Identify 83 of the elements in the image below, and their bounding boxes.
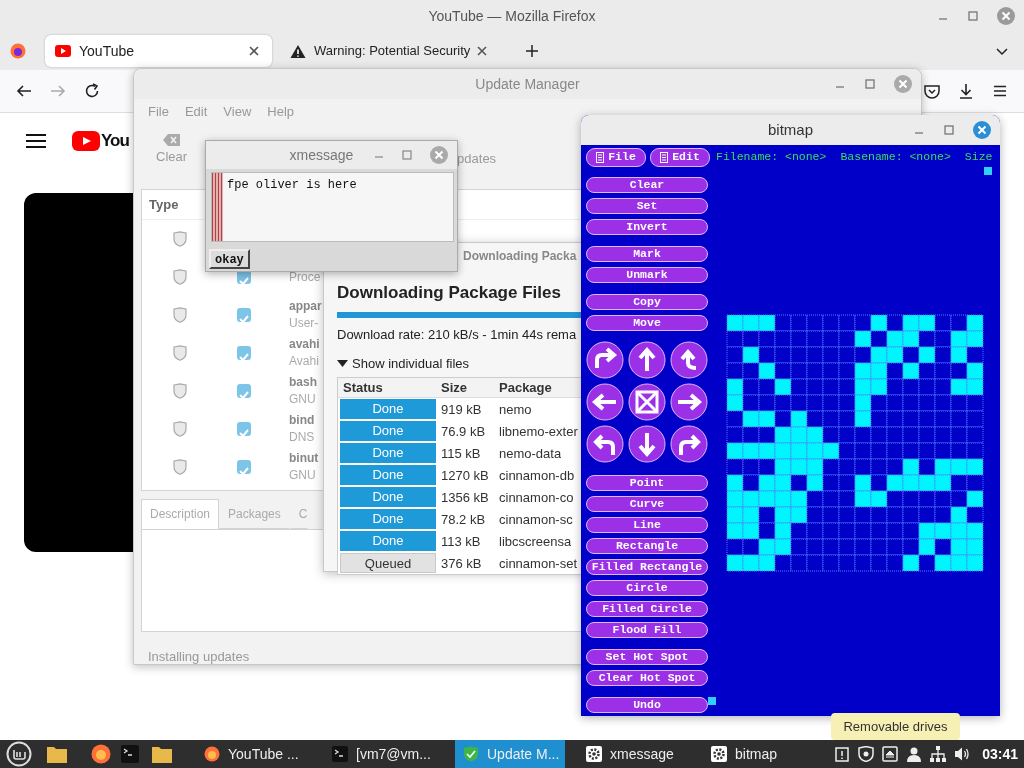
- heading: Downloading Package Files: [337, 282, 562, 304]
- window-title: Update Manager: [474, 74, 581, 94]
- tool-button[interactable]: Clear: [586, 177, 708, 193]
- package-name: bind: [289, 412, 315, 429]
- package-cell-text: libcscreensa: [498, 532, 572, 551]
- status-bar: Done: [340, 531, 436, 552]
- package-cell-text: libnemo-exter: [498, 422, 578, 441]
- tool-button[interactable]: Flood Fill: [586, 622, 708, 638]
- info-label: Filename: <none>: [716, 149, 827, 166]
- package-cell-text: cinnamon-co: [498, 488, 574, 507]
- size-cell-text: 919 kB: [440, 400, 483, 419]
- rate-text: Download rate: 210 kB/s - 1min 44s rema: [337, 325, 578, 344]
- info-label: Basename: <none>: [840, 149, 951, 166]
- tool-button[interactable]: Filled Rectangle: [586, 559, 708, 575]
- tool-button[interactable]: Set Hot Spot: [586, 649, 708, 665]
- package-cell-text: cinnamon-db: [498, 466, 575, 485]
- browser-tab[interactable]: Warning: Potential Security: [280, 35, 501, 67]
- package-description: GNU: [289, 391, 317, 408]
- status-text: Installing updates: [148, 648, 250, 666]
- tool-button[interactable]: Set: [586, 198, 708, 214]
- tool-button[interactable]: Invert: [586, 219, 708, 235]
- tool-button[interactable]: Rectangle: [586, 538, 708, 554]
- message-text: fpe oliver is here: [226, 177, 357, 194]
- status-bar: Done: [340, 443, 436, 464]
- package-cell-text: cinnamon-sc: [498, 510, 573, 529]
- status-bar: Done: [340, 399, 436, 420]
- window-title: bitmap: [767, 119, 814, 140]
- status-bar: Done: [340, 465, 436, 486]
- status-bar: Queued: [340, 553, 436, 574]
- tool-button[interactable]: Move: [586, 315, 708, 331]
- taskbar-button[interactable]: bitmap: [703, 740, 815, 768]
- window-title: Downloading Packa: [463, 248, 577, 265]
- size-cell-text: 113 kB: [440, 532, 482, 551]
- column-header[interactable]: Type: [149, 194, 179, 215]
- taskbar-button[interactable]: xmessage: [578, 740, 690, 768]
- package-name: appar: [289, 298, 322, 315]
- package-description: User-: [289, 315, 320, 332]
- tool-button[interactable]: Circle: [586, 580, 708, 596]
- tool-button[interactable]: Point: [586, 475, 708, 491]
- tool-button[interactable]: Curve: [586, 496, 708, 512]
- package-name: avahi: [289, 336, 320, 353]
- clock[interactable]: 03:41: [982, 743, 1018, 765]
- window-title: xmessage: [288, 145, 355, 165]
- tooltip: Removable drives: [831, 713, 960, 740]
- size-cell-text: 376 kB: [440, 554, 483, 573]
- package-cell-text: cinnamon-set: [498, 554, 578, 573]
- package-cell-text: nemo-data: [498, 444, 562, 463]
- browser-tab[interactable]: YouTube: [45, 35, 272, 67]
- taskbar-button[interactable]: Update M...: [455, 740, 565, 768]
- tool-button[interactable]: Mark: [586, 246, 708, 262]
- window-title: YouTube — Mozilla Firefox: [427, 6, 597, 26]
- status-bar: Done: [340, 487, 436, 508]
- status-bar: Done: [340, 509, 436, 530]
- expander[interactable]: Show individual files: [337, 354, 470, 374]
- tool-button[interactable]: Copy: [586, 294, 708, 310]
- package-description: Proce: [289, 268, 321, 286]
- package-description: DNS: [289, 429, 315, 446]
- menu-button[interactable]: Edit: [650, 147, 710, 167]
- package-name: bash: [289, 374, 317, 391]
- size-cell-text: 115 kB: [440, 444, 482, 463]
- column-header[interactable]: Size: [436, 378, 494, 398]
- taskbar-button[interactable]: [vm7@vm...: [324, 740, 446, 768]
- tool-button[interactable]: Line: [586, 517, 708, 533]
- tool-button[interactable]: Filled Circle: [586, 601, 708, 617]
- package-name: binut: [289, 450, 319, 467]
- column-header[interactable]: Status: [338, 378, 436, 398]
- column-header[interactable]: Package: [494, 378, 552, 398]
- package-description: GNU: [289, 467, 317, 484]
- taskbar-button[interactable]: YouTube ...: [196, 740, 316, 768]
- package-cell-text: nemo: [498, 400, 532, 419]
- size-cell-text: 1270 kB: [440, 466, 490, 485]
- size-cell-text: 1356 kB: [440, 488, 490, 507]
- info-label: Size: [964, 149, 993, 166]
- tool-button[interactable]: Unmark: [586, 267, 708, 283]
- menu-button[interactable]: File: [586, 147, 646, 167]
- logo-text: You: [101, 130, 129, 153]
- tool-button[interactable]: Clear Hot Spot: [586, 670, 708, 686]
- package-description: Avahi: [289, 353, 320, 370]
- okay-button[interactable]: okay: [209, 249, 250, 269]
- size-cell-text: 76.9 kB: [440, 422, 487, 441]
- size-cell-text: 78.2 kB: [440, 510, 487, 529]
- tool-button[interactable]: Undo: [586, 697, 708, 713]
- status-bar: Done: [340, 421, 436, 442]
